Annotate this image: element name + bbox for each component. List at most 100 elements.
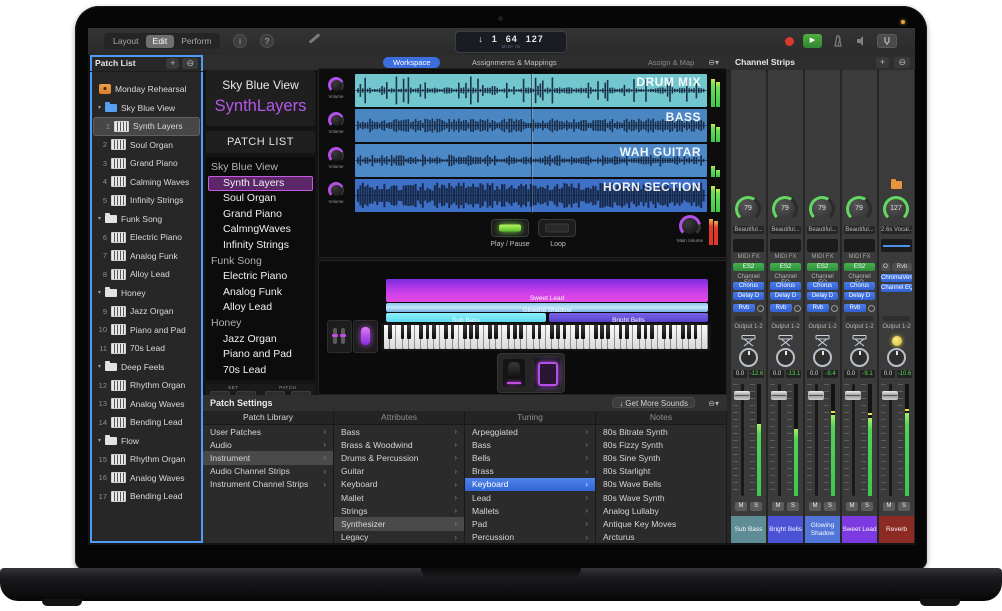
mute-button[interactable]: M: [846, 502, 858, 511]
solo-button[interactable]: S: [824, 502, 836, 511]
black-key[interactable]: [426, 325, 430, 339]
black-key[interactable]: [600, 325, 604, 339]
insert-slot-1[interactable]: ChromaVerb: [881, 274, 912, 282]
send-slot[interactable]: Rvb: [807, 304, 829, 312]
send-slot[interactable]: Rvb: [733, 304, 755, 312]
fader-track[interactable]: [889, 384, 892, 496]
pan-value[interactable]: 0.0: [733, 370, 747, 378]
sidebar-patch-soul-organ[interactable]: 2Soul Organ: [90, 136, 203, 155]
patch-list-action-menu[interactable]: ⊖: [182, 58, 198, 69]
solo-button[interactable]: S: [750, 502, 762, 511]
library-row-80s-starlight[interactable]: 80s Starlight: [596, 465, 726, 478]
wrench-icon[interactable]: [309, 33, 321, 44]
speaker-icon[interactable]: [854, 34, 868, 48]
track-volume-knob[interactable]: Volume: [328, 77, 348, 99]
black-key[interactable]: [513, 325, 517, 339]
pan-knob[interactable]: [887, 348, 906, 367]
strip-level-knob[interactable]: 79: [735, 196, 761, 222]
sidebar-patch-bending-lead[interactable]: 17Bending Lead: [90, 487, 203, 506]
library-row-bells[interactable]: Bells›: [465, 451, 595, 464]
black-key[interactable]: [619, 325, 623, 339]
library-row-lead[interactable]: Lead›: [465, 491, 595, 504]
workspace-action-menu[interactable]: ⊖▾: [708, 58, 719, 67]
insert-slot-2[interactable]: Delay D: [807, 292, 838, 300]
widget-item-sky-blue-view[interactable]: Sky Blue View: [206, 160, 315, 176]
instrument-slot[interactable]: ES2: [770, 263, 801, 271]
sidebar-set-honey[interactable]: ▾Honey: [90, 284, 203, 303]
library-row-bass[interactable]: Bass›: [465, 438, 595, 451]
black-key[interactable]: [475, 325, 479, 339]
solo-button[interactable]: S: [861, 502, 873, 511]
library-row-user-patches[interactable]: User Patches›: [203, 425, 333, 438]
black-key[interactable]: [575, 325, 579, 339]
pan-knob[interactable]: [739, 348, 758, 367]
input-button[interactable]: O: [881, 263, 890, 271]
black-key[interactable]: [644, 325, 648, 339]
output-label[interactable]: Output 1-2: [733, 324, 764, 330]
library-row-mallets[interactable]: Mallets›: [465, 504, 595, 517]
library-row-mallet[interactable]: Mallet›: [334, 491, 464, 504]
black-key[interactable]: [563, 325, 567, 339]
level-value[interactable]: -9.4: [823, 370, 838, 378]
send-knob[interactable]: [794, 305, 801, 312]
sidebar-patch-electric-piano[interactable]: 6Electric Piano: [90, 228, 203, 247]
instrument-slot[interactable]: ES2: [807, 263, 838, 271]
widget-item-calmngwaves[interactable]: CalmngWaves: [206, 222, 315, 238]
layout-mode-button[interactable]: Layout: [106, 35, 146, 48]
widget-item-jazz-organ[interactable]: Jazz Organ: [206, 332, 315, 348]
sidebar-patch-analog-waves[interactable]: 13Analog Waves: [90, 395, 203, 414]
send-knob[interactable]: [757, 305, 764, 312]
widget-item-alloy-lead[interactable]: Alloy Lead: [206, 300, 315, 316]
fader-handle[interactable]: [771, 391, 787, 400]
library-row-bass[interactable]: Bass›: [334, 425, 464, 438]
widget-item-honey[interactable]: Honey: [206, 316, 315, 332]
perform-mode-button[interactable]: Perform: [174, 35, 218, 48]
record-icon[interactable]: [785, 37, 794, 46]
mute-button[interactable]: M: [772, 502, 784, 511]
add-channel-strip-button[interactable]: +: [876, 57, 889, 68]
sidebar-patch-analog-waves[interactable]: 16Analog Waves: [90, 469, 203, 488]
widget-item-electric-piano[interactable]: Electric Piano: [206, 269, 315, 285]
rvb-button[interactable]: Rvb: [892, 263, 912, 271]
black-key[interactable]: [681, 325, 685, 339]
tab-workspace[interactable]: Workspace: [383, 57, 440, 68]
main-volume-knob[interactable]: Main Volume: [679, 215, 707, 243]
strip-name[interactable]: Beautiful...: [733, 226, 764, 234]
insert-slot-2[interactable]: Delay D: [844, 292, 875, 300]
mute-button[interactable]: M: [735, 502, 747, 511]
black-key[interactable]: [669, 325, 673, 339]
sidebar-patch-rhythm-organ[interactable]: 12Rhythm Organ: [90, 376, 203, 395]
library-row-instrument[interactable]: Instrument›: [203, 451, 333, 464]
insert-slot-1[interactable]: Chorus: [770, 282, 801, 290]
strip-level-knob[interactable]: 79: [846, 196, 872, 222]
black-key[interactable]: [463, 325, 467, 339]
white-key[interactable]: [702, 325, 708, 349]
sidebar-patch-rhythm-organ[interactable]: 15Rhythm Organ: [90, 450, 203, 469]
black-key[interactable]: [650, 325, 654, 339]
level-value[interactable]: -9.1: [860, 370, 875, 378]
sidebar-set-sky-blue-view[interactable]: ▾Sky Blue View: [90, 99, 203, 118]
sidebar-patch-alloy-lead[interactable]: 8Alloy Lead: [90, 265, 203, 284]
pan-knob[interactable]: [776, 348, 795, 367]
sidebar-patch-calming-waves[interactable]: 4Calming Waves: [90, 173, 203, 192]
black-key[interactable]: [606, 325, 610, 339]
mod-wheel[interactable]: [361, 327, 370, 345]
fader-controls[interactable]: [327, 320, 352, 353]
layer-sweet-lead[interactable]: Sweet Lead: [386, 279, 708, 302]
track-volume-knob[interactable]: Volume: [328, 182, 348, 204]
black-key[interactable]: [519, 325, 523, 339]
widget-item-infinity-strings[interactable]: Infinity Strings: [206, 238, 315, 254]
black-key[interactable]: [625, 325, 629, 339]
mute-button[interactable]: M: [809, 502, 821, 511]
black-key[interactable]: [662, 325, 666, 339]
strip-level-knob[interactable]: 79: [772, 196, 798, 222]
expression-pedal[interactable]: [503, 359, 525, 387]
help-icon[interactable]: ?: [260, 34, 274, 48]
disclosure-triangle-icon[interactable]: ▾: [98, 363, 101, 370]
keyboard[interactable]: [381, 323, 711, 351]
black-key[interactable]: [469, 325, 473, 339]
insert-slot-1[interactable]: Chorus: [733, 282, 764, 290]
strip-name-label[interactable]: Bright Bells: [768, 516, 803, 543]
strip-name[interactable]: 2.6s Vocal...: [881, 226, 912, 234]
instrument-slot[interactable]: ES2: [844, 263, 875, 271]
